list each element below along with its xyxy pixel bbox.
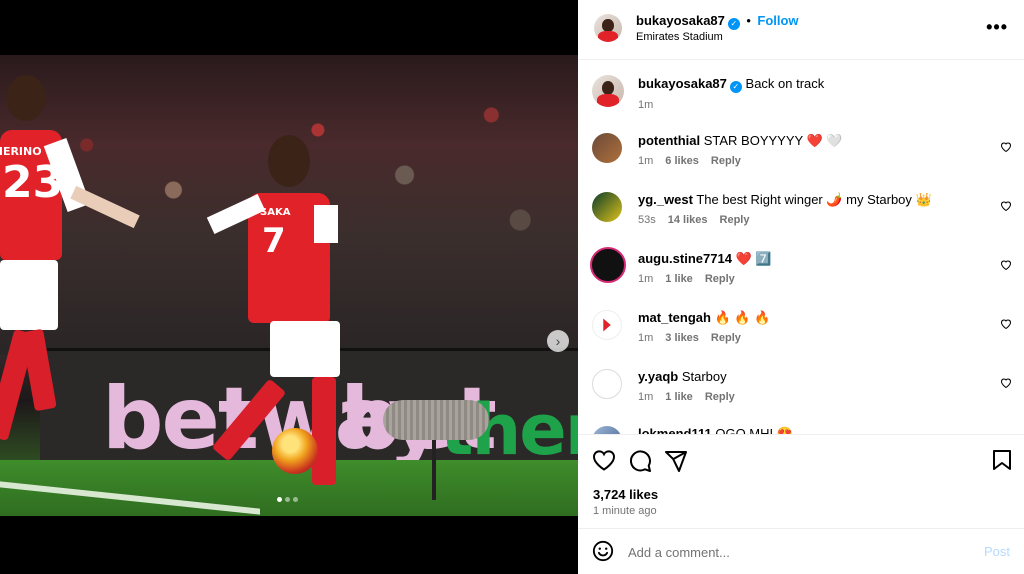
avatar[interactable] — [592, 192, 622, 222]
follow-button[interactable]: Follow — [757, 13, 798, 28]
avatar[interactable] — [590, 247, 626, 283]
comment-text: STAR BOYYYYY ❤️ 🤍 — [703, 133, 843, 148]
player-left-number: 23 — [2, 157, 64, 208]
red-mark-icon — [603, 318, 611, 332]
post-timestamp[interactable]: 1 minute ago — [593, 505, 657, 517]
comment-text: OGO MHI 😍 — [715, 426, 793, 434]
comment-composer: Post — [578, 528, 1024, 574]
avatar[interactable] — [592, 75, 624, 107]
microphone-stand — [432, 440, 436, 500]
caption-text: Back on track — [745, 76, 825, 91]
post-photo[interactable]: betway bet there 23 MERINO 7 SAKA — [0, 55, 578, 516]
avatar[interactable] — [592, 426, 622, 434]
avatar[interactable] — [592, 310, 622, 340]
likes-count[interactable]: 3,724 likes — [593, 487, 658, 502]
reply-button[interactable]: Reply — [705, 391, 735, 403]
heart-icon[interactable] — [1000, 200, 1012, 211]
comment-username[interactable]: augu.stine7714 — [638, 251, 732, 266]
comment-likes[interactable]: 1 like — [665, 391, 693, 403]
reply-button[interactable]: Reply — [705, 273, 735, 285]
post-actions: 3,724 likes 1 minute ago — [578, 434, 1024, 528]
heart-icon[interactable] — [1000, 318, 1012, 329]
comment-text: The best Right winger 🌶️ my Starboy 👑 — [696, 192, 932, 207]
caption-time: 1m — [638, 99, 654, 111]
comment-input[interactable] — [628, 541, 968, 563]
comment-time: 1m — [638, 273, 654, 285]
caption-username[interactable]: bukayosaka87 — [638, 76, 727, 91]
post-button[interactable]: Post — [984, 544, 1010, 559]
like-heart-icon[interactable] — [592, 449, 616, 471]
comment-text: ❤️ 7️⃣ — [735, 251, 772, 266]
comment-time: 53s — [638, 214, 656, 226]
player-main-name: SAKA — [260, 207, 291, 218]
author-username[interactable]: bukayosaka87 — [636, 13, 725, 28]
more-options-icon[interactable]: ••• — [986, 17, 1008, 38]
save-bookmark-icon[interactable] — [992, 449, 1012, 471]
player-main-number: 7 — [262, 221, 286, 261]
comment-likes[interactable]: 1 like — [665, 273, 693, 285]
list-item: augu.stine7714 ❤️ 7️⃣ 1m 1 like Reply — [578, 247, 1024, 291]
post-sidebar: bukayosaka87 ✓ • Follow Emirates Stadium … — [578, 0, 1024, 574]
comment-text: Starboy — [681, 369, 727, 384]
comment-username[interactable]: y.yaqb — [638, 369, 678, 384]
carousel-dot[interactable] — [293, 497, 298, 502]
comment-likes[interactable]: 14 likes — [668, 214, 708, 226]
list-item: mat_tengah 🔥 🔥 🔥 1m 3 likes Reply — [578, 310, 1024, 350]
player-left: 23 MERINO — [0, 75, 150, 475]
heart-icon[interactable] — [1000, 141, 1012, 152]
comment-time: 1m — [638, 155, 654, 167]
carousel-dot[interactable] — [277, 497, 282, 502]
carousel-dot[interactable] — [285, 497, 290, 502]
comment-username[interactable]: lokmend111 — [638, 426, 712, 434]
carousel-next-button[interactable]: › — [547, 330, 569, 352]
reply-button[interactable]: Reply — [711, 332, 741, 344]
list-item: yg._west The best Right winger 🌶️ my Sta… — [578, 192, 1024, 232]
media-pane: betway bet there 23 MERINO 7 SAKA — [0, 0, 578, 574]
comment-icon[interactable] — [628, 449, 652, 473]
heart-icon[interactable] — [1000, 377, 1012, 388]
comment-username[interactable]: mat_tengah — [638, 310, 711, 325]
verified-icon: ✓ — [727, 18, 740, 30]
player-left-name: MERINO — [0, 145, 42, 158]
list-item: lokmend111 OGO MHI 😍 — [578, 426, 1024, 434]
boom-microphone — [383, 400, 489, 440]
list-item: y.yaqb Starboy 1m 1 like Reply — [578, 369, 1024, 409]
post-header: bukayosaka87 ✓ • Follow Emirates Stadium … — [578, 0, 1024, 60]
avatar[interactable] — [592, 133, 622, 163]
heart-icon[interactable] — [1000, 259, 1012, 270]
emoji-icon[interactable] — [592, 540, 614, 562]
post-location[interactable]: Emirates Stadium — [636, 31, 723, 43]
comment-likes[interactable]: 6 likes — [665, 155, 699, 167]
comment-text: 🔥 🔥 🔥 — [714, 310, 771, 325]
share-icon[interactable] — [664, 449, 688, 473]
list-item: potenthial STAR BOYYYYY ❤️ 🤍 1m 6 likes Re… — [578, 133, 1024, 173]
comment-username[interactable]: yg._west — [638, 192, 693, 207]
football — [272, 428, 318, 474]
comment-likes[interactable]: 3 likes — [665, 332, 699, 344]
avatar[interactable] — [594, 14, 622, 42]
avatar[interactable] — [592, 369, 622, 399]
carousel-dots — [277, 497, 298, 502]
verified-icon: ✓ — [729, 81, 742, 93]
comment-time: 1m — [638, 332, 654, 344]
reply-button[interactable]: Reply — [711, 155, 741, 167]
comment-time: 1m — [638, 391, 654, 403]
reply-button[interactable]: Reply — [720, 214, 750, 226]
comment-username[interactable]: potenthial — [638, 133, 700, 148]
comments-list: bukayosaka87 ✓ Back on track 1m potenthia… — [578, 61, 1024, 434]
caption: bukayosaka87 ✓ Back on track 1m — [578, 75, 1024, 115]
